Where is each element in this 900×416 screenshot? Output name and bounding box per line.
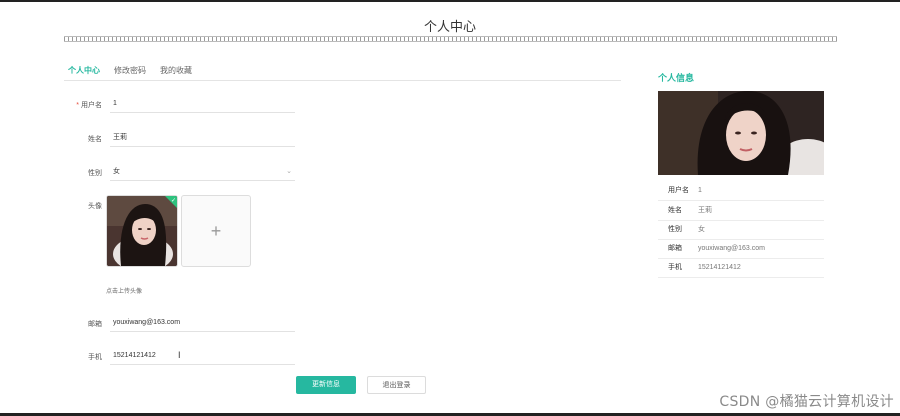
avatar-hint: 点击上传头像 [106,289,143,295]
tab-profile[interactable]: 个人中心 [68,65,100,81]
page-title: 个人中心 [423,19,476,34]
info-key: 邮箱 [668,245,682,252]
email-label: 邮箱 [88,321,102,328]
info-value: youxiwang@163.com [697,245,765,252]
tab-bar: 个人中心 修改密码 我的收藏 [68,65,192,81]
info-value: 15214121412 [697,264,741,271]
info-key: 性别 [668,226,682,233]
gender-select[interactable]: 女 ⌄ [110,163,295,181]
tab-favorites[interactable]: 我的收藏 [160,65,192,81]
watermark: CSDN @橘猫云计算机设计 [719,394,894,410]
info-key: 用户名 [668,187,689,194]
gender-value: 女 [113,168,120,175]
username-field[interactable]: 1 [110,95,295,113]
info-row-name: 姓名 王莉 [658,201,824,221]
avatar-preview[interactable]: ✓ [106,195,178,267]
phone-label: 手机 [88,354,102,361]
info-row-email: 邮箱 youxiwang@163.com [658,239,824,259]
name-field[interactable]: 王莉 [110,129,295,147]
info-value: 女 [697,226,705,233]
top-border [0,0,900,2]
plus-icon: + [210,220,222,241]
text-cursor-icon: I [178,350,181,360]
chevron-down-icon: ⌄ [286,168,292,175]
phone-field[interactable]: 15214121412 [110,347,295,365]
tabs-divider [64,80,621,81]
profile-image [658,91,824,175]
avatar-image [107,196,177,266]
upload-avatar-button[interactable]: + [181,195,251,267]
info-row-phone: 手机 15214121412 [658,258,824,278]
tab-change-password[interactable]: 修改密码 [114,65,146,81]
avatar-label: 头像 [88,203,102,210]
info-key: 姓名 [668,207,682,214]
sidebar-title: 个人信息 [658,73,695,83]
info-row-username: 用户名 1 [658,181,824,201]
profile-photo [658,91,824,175]
info-row-gender: 性别 女 [658,220,824,240]
username-label: * 用户名 [76,102,102,109]
update-info-button[interactable]: 更新信息 [296,376,356,394]
info-value: 王莉 [697,207,712,214]
title-divider [64,36,837,42]
email-field[interactable]: youxiwang@163.com [110,314,295,332]
info-value: 1 [697,187,702,194]
gender-label: 性别 [88,170,102,177]
info-key: 手机 [668,264,682,271]
name-label: 姓名 [88,136,102,143]
logout-button[interactable]: 退出登录 [367,376,426,394]
